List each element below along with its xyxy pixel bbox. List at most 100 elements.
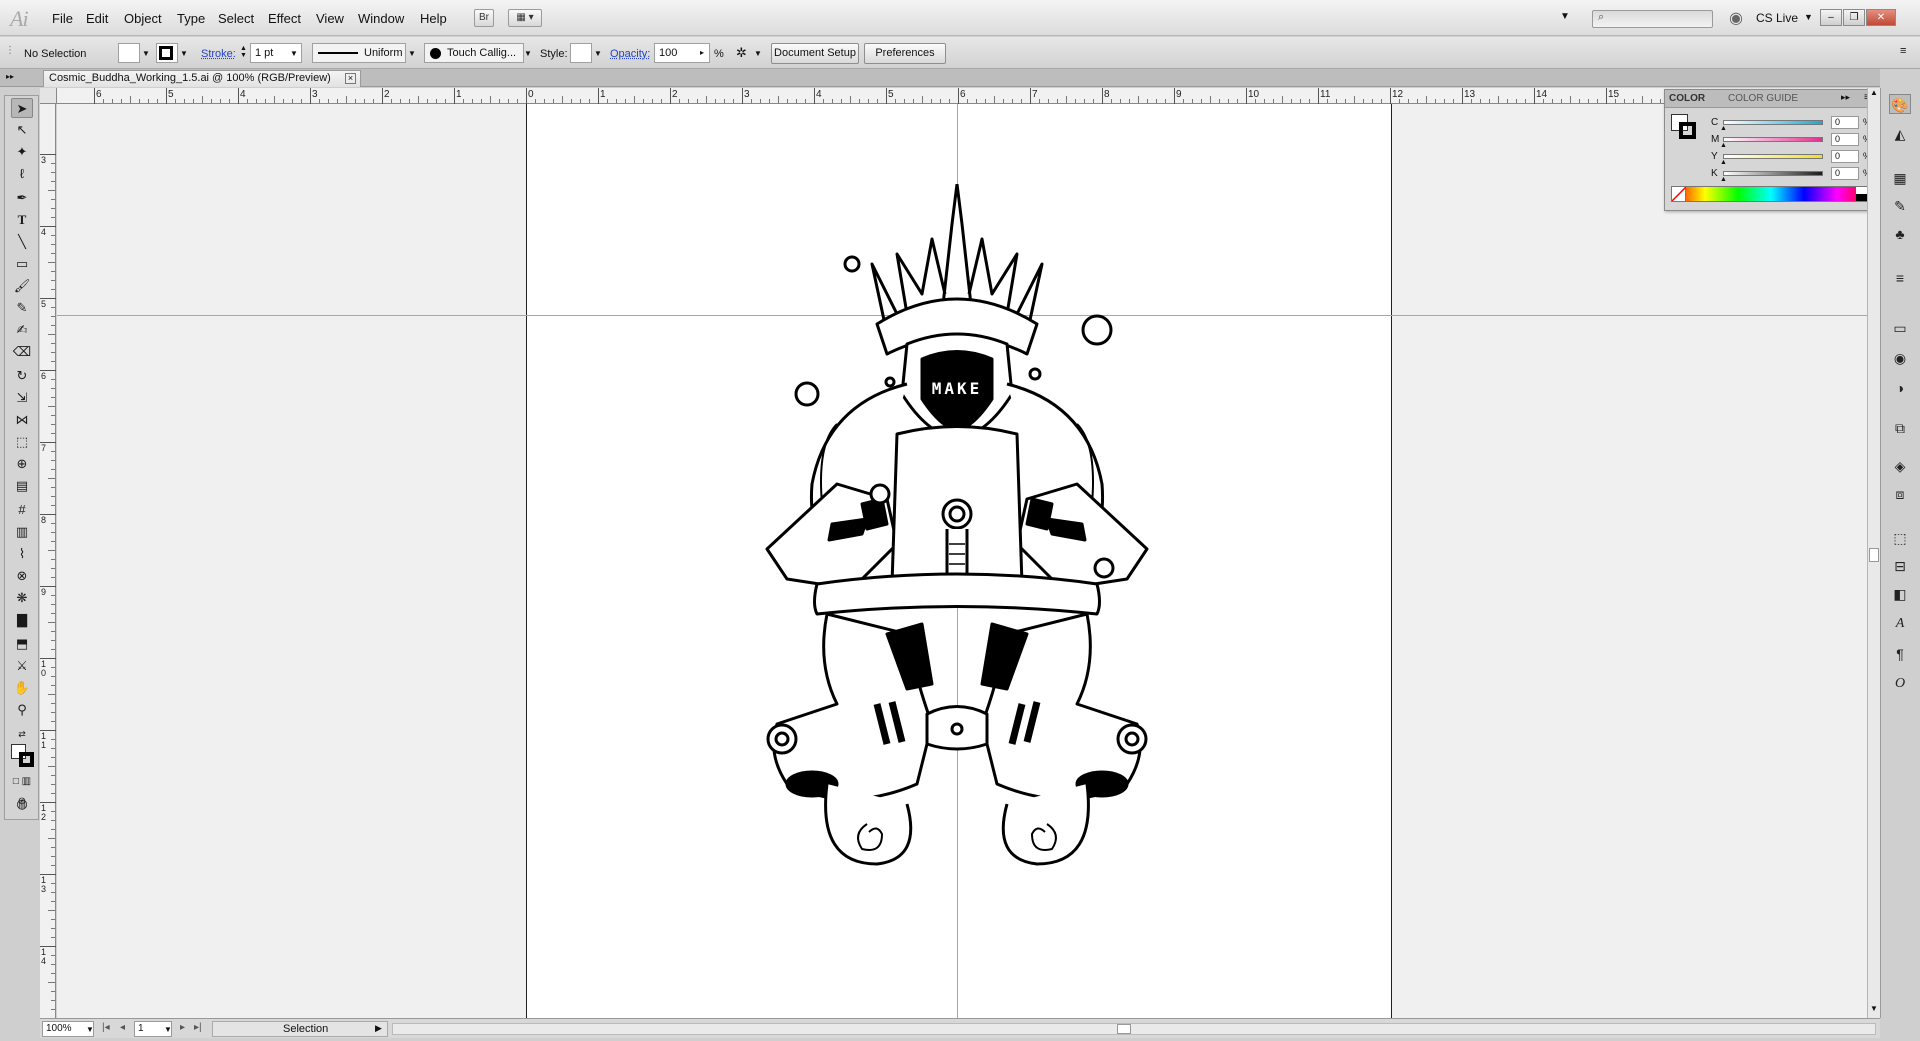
stroke-link[interactable]: Stroke: [201,48,236,60]
shape-builder-tool-icon[interactable]: ⊕ [11,454,33,474]
slider-thumb-icon[interactable]: ▲ [1720,159,1727,166]
pencil-tool-icon[interactable]: ✎ [11,298,33,318]
graphic-styles-icon[interactable]: ⧉ [1889,418,1911,438]
direct-selection-tool-icon[interactable]: ↖ [11,120,33,140]
slider-thumb-icon[interactable]: ▲ [1720,142,1727,149]
search-input[interactable]: ⌕ [1592,10,1713,28]
pen-tool-icon[interactable]: ✒ [11,188,33,208]
cs-live-dropdown-icon[interactable]: ▼ [1804,12,1813,22]
eraser-tool-icon[interactable]: ⌫ [11,342,33,362]
transparency-icon[interactable]: ◉ [1889,348,1911,368]
status-menu-icon[interactable]: ▶ [375,1023,382,1034]
style-dropdown-icon[interactable]: ▼ [594,49,602,58]
symbol-sprayer-tool-icon[interactable]: ❋ [11,588,33,608]
menu-type[interactable]: Type [177,11,205,26]
color-spectrum[interactable] [1671,186,1871,202]
color-panel-icon[interactable]: 🎨 [1889,94,1911,114]
slice-tool-icon[interactable]: ⚔ [11,656,33,676]
status-info-box[interactable]: Selection ▶ [212,1021,388,1037]
type-tool-icon[interactable]: T [11,210,33,230]
selection-tool-icon[interactable]: ➤ [11,98,33,118]
artboards-icon[interactable]: ⧈ [1889,484,1911,504]
slider-thumb-icon[interactable]: ▲ [1720,176,1727,183]
canvas[interactable]: MAKE [57,104,1867,1019]
slider-track-y[interactable] [1723,154,1823,159]
menu-object[interactable]: Object [124,11,162,26]
draw-mode-icon[interactable]: ◍ [11,794,33,814]
horizontal-scrollbar[interactable] [392,1023,1876,1035]
horizontal-scroll-thumb[interactable] [1117,1024,1131,1034]
paragraph-icon[interactable]: ¶ [1889,644,1911,664]
last-artboard-icon[interactable]: ▸| [194,1022,202,1033]
stroke-swatch-icon[interactable] [19,752,34,767]
close-tab-icon[interactable]: × [345,73,356,84]
first-artboard-icon[interactable]: |◂ [102,1022,110,1033]
brushes-icon[interactable]: ✎ [1889,196,1911,216]
rectangle-tool-icon[interactable]: ▭ [11,254,33,274]
free-transform-tool-icon[interactable]: ⬚ [11,432,33,452]
blend-tool-icon[interactable]: ⊗ [11,566,33,586]
document-tab[interactable]: Cosmic_Buddha_Working_1.5.ai @ 100% (RGB… [43,70,361,87]
menu-help[interactable]: Help [420,11,447,26]
appearance-icon[interactable]: ◑ [1889,378,1911,398]
scroll-up-icon[interactable]: ▲ [1870,88,1878,97]
slider-value-m[interactable]: 0 [1831,133,1859,146]
perspective-grid-tool-icon[interactable]: ▤ [11,476,33,496]
stroke-swatch[interactable] [156,43,178,63]
gradient-tool-icon[interactable]: ▥ [11,522,33,542]
tab-color[interactable]: COLOR [1669,93,1705,104]
horizontal-ruler[interactable]: 6 5 4 3 2 1 0 1 2 3 4 5 6 7 8 9 10 11 12 13 14 15 [57,88,1867,104]
menu-window[interactable]: Window [358,11,404,26]
arrange-documents-button[interactable]: ▦ ▾ [508,9,542,27]
swap-fill-stroke-icon[interactable]: ⇄ [11,724,33,744]
slider-track-k[interactable] [1723,171,1823,176]
artboard-dropdown-icon[interactable]: ▼ [164,1025,172,1034]
zoom-tool-icon[interactable]: ⚲ [11,700,33,720]
collapse-tools-icon[interactable]: ▸▸ [6,72,14,81]
cosmic-buddha-artwork[interactable]: MAKE [757,184,1257,904]
recolor-artwork-icon[interactable]: ✲ [736,45,747,61]
scroll-down-icon[interactable]: ▼ [1870,1004,1878,1013]
collapse-panel-icon[interactable]: ▸▸ [1841,92,1850,103]
bridge-button[interactable]: Br [474,9,494,27]
vertical-ruler[interactable]: 3 4 5 6 7 8 9 10 11 12 13 14 [40,104,56,1019]
paintbrush-tool-icon[interactable]: 🖌 [11,276,33,296]
cs-live-menu[interactable]: CS Live [1756,11,1798,25]
blob-brush-tool-icon[interactable]: ✍ [11,320,33,340]
fill-dropdown-icon[interactable]: ▼ [142,49,150,58]
slider-track-c[interactable] [1723,120,1823,125]
close-button[interactable]: ✕ [1866,9,1896,26]
scale-tool-icon[interactable]: ⇲ [11,388,33,408]
stroke-stepper-icon[interactable]: ▲ ▼ [240,45,247,59]
color-mode-icons[interactable]: □ ▥ ⊘ [11,772,33,807]
pathfinder-icon[interactable]: ◧ [1889,584,1911,604]
minimize-button[interactable]: – [1820,9,1842,26]
brush-select[interactable]: Touch Callig... [424,43,524,63]
hand-tool-icon[interactable]: ✋ [11,678,33,698]
artboard-tool-icon[interactable]: ⬒ [11,634,33,654]
workspace-dropdown-icon[interactable]: ▼ [1560,11,1570,22]
swatches-icon[interactable]: ▦ [1889,168,1911,188]
color-guide-icon[interactable]: ◭ [1889,124,1911,144]
layers-icon[interactable]: ◈ [1889,456,1911,476]
previous-artboard-icon[interactable]: ◂ [120,1022,125,1033]
magic-wand-tool-icon[interactable]: ✦ [11,142,33,162]
stroke-weight-dropdown-icon[interactable]: ▼ [290,49,298,58]
menu-effect[interactable]: Effect [268,11,301,26]
mesh-tool-icon[interactable]: # [11,500,33,520]
opacity-link[interactable]: Opacity: [610,48,650,60]
stroke-icon[interactable]: ≡ [1889,268,1911,288]
zoom-dropdown-icon[interactable]: ▼ [86,1025,94,1034]
menu-file[interactable]: File [52,11,73,26]
slider-value-k[interactable]: 0 [1831,167,1859,180]
slider-thumb-icon[interactable]: ▲ [1720,125,1727,132]
vertical-scrollbar[interactable]: ▲ ▼ [1867,88,1880,1018]
restore-button[interactable]: ❐ [1843,9,1865,26]
slider-value-c[interactable]: 0 [1831,116,1859,129]
slider-value-y[interactable]: 0 [1831,150,1859,163]
menu-view[interactable]: View [316,11,344,26]
vertical-scroll-thumb[interactable] [1869,548,1879,562]
lasso-tool-icon[interactable]: ℓ [11,164,33,184]
brush-dropdown-icon[interactable]: ▼ [524,49,532,58]
eyedropper-tool-icon[interactable]: ⌇ [11,544,33,564]
